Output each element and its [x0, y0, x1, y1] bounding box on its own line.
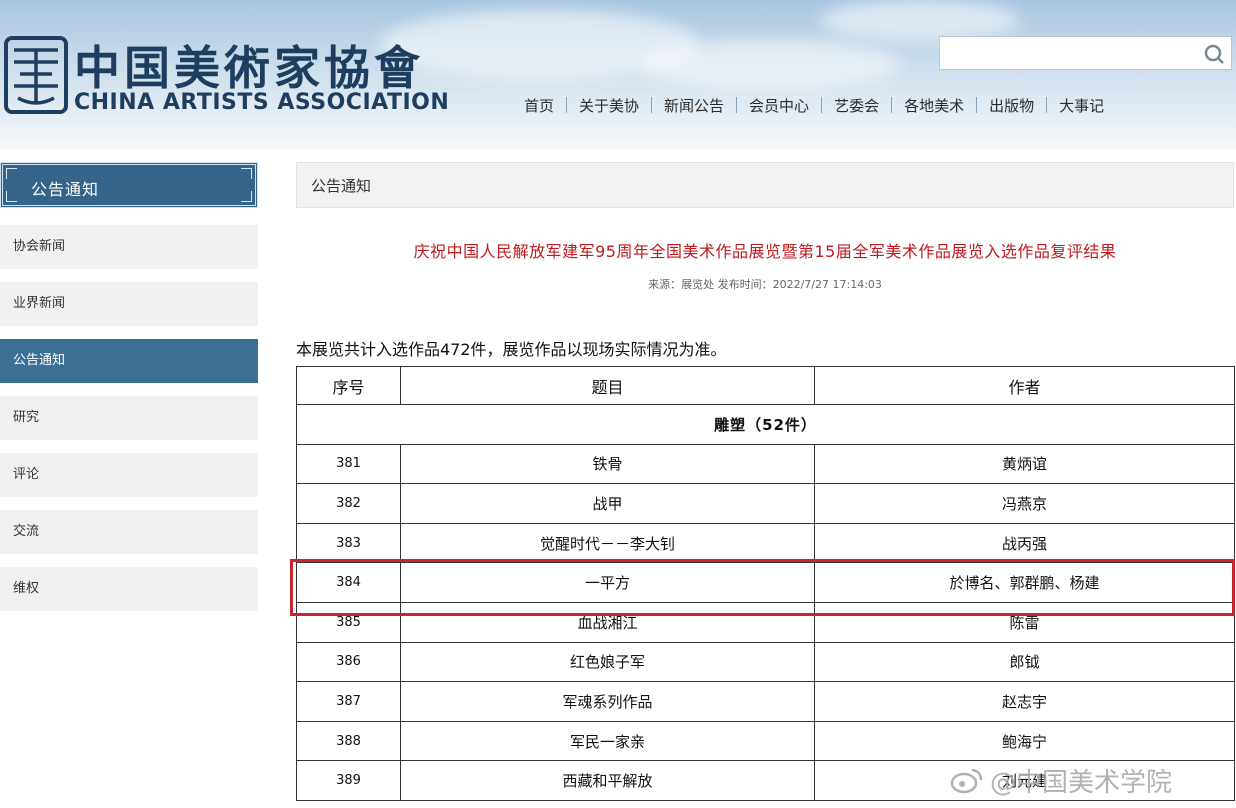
cell-author: 陈雷 — [814, 601, 1235, 643]
frame-corner — [6, 168, 17, 179]
column-header-title: 题目 — [400, 366, 815, 405]
cell-author: 冯燕京 — [814, 483, 1235, 524]
table-row: 385 血战湘江 陈雷 — [296, 601, 1235, 643]
cell-number: 384 — [296, 562, 401, 603]
sidebar-item-reviews[interactable]: 评论 — [0, 453, 258, 497]
sidebar-item-announcements[interactable]: 公告通知 — [0, 339, 258, 383]
cell-title: 觉醒时代－－李大钊 — [400, 522, 815, 564]
table-row: 382 战甲 冯燕京 — [296, 483, 1235, 524]
nav-regional[interactable]: 各地美术 — [892, 95, 976, 116]
sidebar-item-industry-news[interactable]: 业界新闻 — [0, 282, 258, 326]
cell-title: 军魂系列作品 — [400, 681, 815, 722]
cell-title: 血战湘江 — [400, 601, 815, 643]
cell-number: 389 — [296, 760, 401, 801]
logo-english-title[interactable]: CHINA ARTISTS ASSOCIATION — [74, 90, 449, 115]
frame-corner — [241, 168, 252, 179]
category-label: 雕塑（52件） — [296, 404, 1235, 445]
table-header-row: 序号 题目 作者 — [296, 366, 1235, 405]
table-row: 381 铁骨 黄炳谊 — [296, 443, 1235, 485]
nav-home[interactable]: 首页 — [512, 95, 566, 116]
cell-number: 381 — [296, 443, 401, 485]
nav-about[interactable]: 关于美协 — [567, 95, 651, 116]
cell-author: 鲍海宁 — [814, 720, 1235, 762]
cell-title: 西藏和平解放 — [400, 760, 815, 801]
cell-number: 383 — [296, 522, 401, 564]
cell-number: 382 — [296, 483, 401, 524]
search-input[interactable] — [940, 37, 1190, 69]
cell-author: 黄炳谊 — [814, 443, 1235, 485]
frame-corner — [241, 191, 252, 202]
weibo-watermark: @中国美术学院 — [950, 760, 1230, 800]
nav-chronicle[interactable]: 大事记 — [1047, 95, 1116, 116]
sidebar-title: 公告通知 — [31, 180, 100, 199]
cell-author: 战丙强 — [814, 522, 1235, 564]
sidebar-item-research[interactable]: 研究 — [0, 396, 258, 440]
nav-news[interactable]: 新闻公告 — [652, 95, 736, 116]
article-title: 庆祝中国人民解放军建军95周年全国美术作品展览暨第15届全军美术作品展览入选作品… — [413, 242, 1117, 261]
cell-author: 郎钺 — [814, 641, 1235, 683]
sidebar-item-exchange[interactable]: 交流 — [0, 510, 258, 554]
table-row: 386 红色娘子军 郎钺 — [296, 641, 1235, 683]
table-row: 387 军魂系列作品 赵志宇 — [296, 681, 1235, 722]
table-row-highlighted: 384 一平方 於博名、郭群鹏、杨建 — [296, 562, 1235, 603]
cell-title: 一平方 — [400, 562, 815, 603]
breadcrumb[interactable]: 公告通知 — [311, 175, 371, 196]
sidebar-title-box: 公告通知 — [0, 162, 258, 208]
article-intro: 本展览共计入选作品472件，展览作品以现场实际情况为准。 — [296, 340, 727, 359]
column-header-number: 序号 — [296, 366, 401, 405]
cell-number: 385 — [296, 601, 401, 643]
cell-title: 战甲 — [400, 483, 815, 524]
nav-publications[interactable]: 出版物 — [977, 95, 1046, 116]
main-nav: 首页 关于美协 新闻公告 会员中心 艺委会 各地美术 出版物 大事记 — [512, 94, 1116, 116]
cell-number: 388 — [296, 720, 401, 762]
cell-author: 赵志宇 — [814, 681, 1235, 722]
weibo-icon — [950, 768, 983, 794]
logo-chinese-title[interactable]: 中国美術家協會 — [74, 32, 424, 98]
table-row: 388 军民一家亲 鲍海宁 — [296, 720, 1235, 762]
cell-author: 於博名、郭群鹏、杨建 — [814, 562, 1235, 603]
cell-title: 军民一家亲 — [400, 720, 815, 762]
cell-number: 386 — [296, 641, 401, 683]
watermark-text: @中国美术学院 — [990, 767, 1173, 798]
search-icon[interactable] — [1203, 43, 1225, 65]
search-box — [939, 36, 1232, 70]
category-row: 雕塑（52件） — [296, 404, 1235, 445]
frame-corner — [6, 191, 17, 202]
cell-number: 387 — [296, 681, 401, 722]
nav-members[interactable]: 会员中心 — [737, 95, 821, 116]
cell-title: 红色娘子军 — [400, 641, 815, 683]
association-logo-icon[interactable] — [4, 34, 68, 116]
results-table: 序号 题目 作者 雕塑（52件） 381 铁骨 黄炳谊 382 战甲 冯燕京 3… — [296, 366, 1235, 801]
content-section-header: 公告通知 — [296, 162, 1234, 208]
sidebar-item-rights[interactable]: 维权 — [0, 567, 258, 611]
site-header: 中国美術家協會 CHINA ARTISTS ASSOCIATION 首页 关于美… — [0, 0, 1236, 150]
sidebar-item-association-news[interactable]: 协会新闻 — [0, 225, 258, 269]
nav-art-committee[interactable]: 艺委会 — [822, 95, 891, 116]
table-row: 383 觉醒时代－－李大钊 战丙强 — [296, 522, 1235, 564]
article-meta: 来源：展览处 发布时间：2022/7/27 17:14:03 — [648, 278, 882, 291]
column-header-author: 作者 — [814, 366, 1235, 405]
cell-title: 铁骨 — [400, 443, 815, 485]
